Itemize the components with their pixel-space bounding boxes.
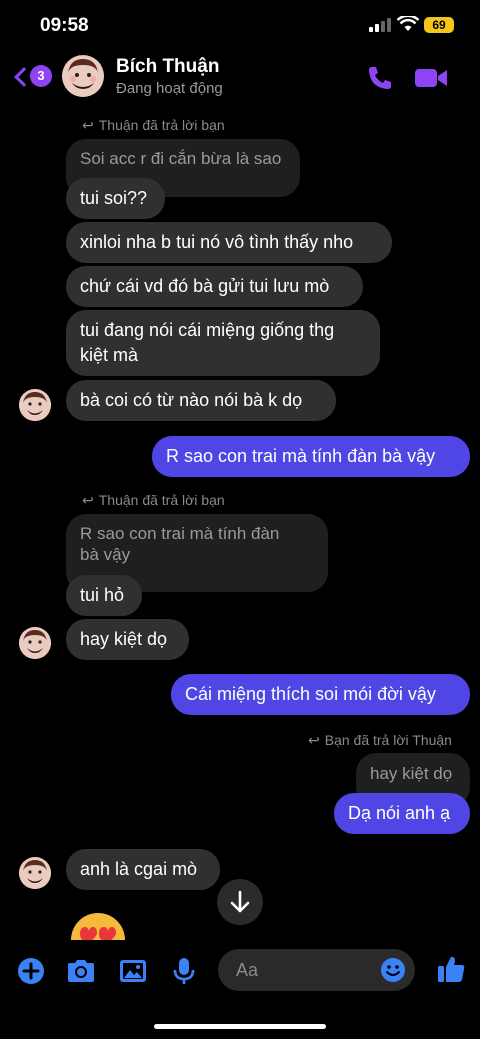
heart-eyes-emoji-icon bbox=[70, 912, 126, 942]
message-line: R sao con trai mà tính đàn bbox=[80, 524, 280, 543]
incoming-message[interactable]: bà coi có từ nào nói bà k dọ bbox=[66, 380, 336, 421]
message-composer: Aa bbox=[0, 940, 480, 1039]
outgoing-message[interactable]: Dạ nói anh ạ bbox=[334, 793, 470, 834]
avatar-image bbox=[19, 389, 51, 421]
reply-arrow-icon: ↩ bbox=[82, 117, 94, 133]
contact-name[interactable]: Bích Thuận bbox=[116, 56, 219, 78]
home-indicator bbox=[154, 1024, 326, 1029]
message-input[interactable]: Aa bbox=[218, 949, 415, 991]
chat-header: 3 Bích Thuận Đang hoạt động bbox=[0, 50, 480, 106]
incoming-message[interactable]: chứ cái vd đó bà gửi tui lưu mò bbox=[66, 266, 363, 307]
contact-avatar-small[interactable] bbox=[19, 627, 51, 659]
incoming-message[interactable]: tui hỏ bbox=[66, 575, 142, 616]
phone-icon[interactable] bbox=[366, 64, 394, 92]
wifi-icon bbox=[397, 16, 419, 31]
reply-header: ↩ Bạn đã trả lời Thuận bbox=[308, 732, 452, 748]
incoming-message[interactable]: tui soi?? bbox=[66, 178, 165, 219]
unread-count-badge: 3 bbox=[30, 65, 52, 87]
back-button[interactable]: 3 bbox=[13, 63, 53, 91]
plus-icon[interactable] bbox=[16, 956, 46, 986]
input-placeholder: Aa bbox=[236, 960, 259, 980]
video-camera-icon[interactable] bbox=[414, 64, 448, 92]
reply-header: ↩ Thuận đã trả lời bạn bbox=[82, 117, 225, 133]
reply-arrow-icon: ↩ bbox=[82, 492, 94, 508]
incoming-message[interactable]: anh là cgai mò bbox=[66, 849, 220, 890]
incoming-message[interactable]: hay kiệt dọ bbox=[66, 619, 189, 660]
image-icon[interactable] bbox=[118, 956, 148, 986]
contact-avatar-small[interactable] bbox=[19, 857, 51, 889]
avatar-image bbox=[19, 627, 51, 659]
reply-arrow-icon: ↩ bbox=[308, 732, 320, 748]
message-line: bà vậy bbox=[80, 545, 131, 564]
contact-avatar[interactable] bbox=[62, 55, 104, 97]
emoji-icon[interactable] bbox=[380, 957, 406, 983]
reply-header: ↩ Thuận đã trả lời bạn bbox=[82, 492, 225, 508]
battery-indicator: 69 bbox=[424, 17, 454, 33]
arrow-down-icon bbox=[230, 890, 250, 913]
signal-icon bbox=[369, 18, 391, 32]
incoming-message[interactable]: xinloi nha b tui nó vô tình thấy nho bbox=[66, 222, 392, 263]
contact-avatar-small[interactable] bbox=[19, 389, 51, 421]
scroll-to-bottom-button[interactable] bbox=[217, 879, 263, 925]
status-bar: 09:58 69 bbox=[0, 0, 480, 50]
avatar-image bbox=[62, 55, 104, 97]
avatar-image bbox=[19, 857, 51, 889]
thumbs-up-icon[interactable] bbox=[436, 953, 466, 985]
incoming-message[interactable]: tui đang nói cái miệng giống thg kiệt mà bbox=[66, 310, 380, 376]
status-time: 09:58 bbox=[40, 15, 89, 36]
outgoing-message[interactable]: Cái miệng thích soi mói đời vậy bbox=[171, 674, 470, 715]
outgoing-message[interactable]: R sao con trai mà tính đàn bà vậy bbox=[152, 436, 470, 477]
message-line: kiệt mà bbox=[80, 345, 139, 365]
microphone-icon[interactable] bbox=[169, 956, 199, 986]
message-line: tui đang nói cái miệng giống thg bbox=[80, 320, 335, 340]
presence-status: Đang hoạt động bbox=[116, 80, 223, 97]
camera-icon[interactable] bbox=[66, 956, 96, 986]
